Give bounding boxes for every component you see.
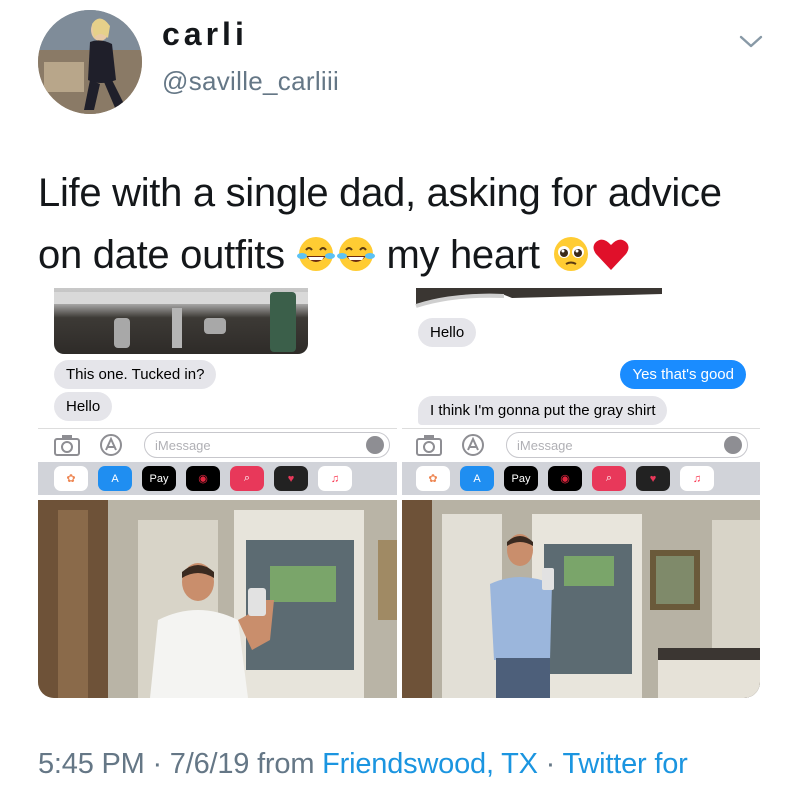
microphone-icon[interactable] <box>724 436 742 454</box>
app-store-app-icon[interactable]: A <box>460 466 494 491</box>
camera-icon[interactable] <box>416 434 442 456</box>
face-with-tears-of-joy-icon <box>336 237 375 271</box>
imessage-placeholder: iMessage <box>155 438 211 453</box>
apple-pay-app-icon[interactable]: Pay <box>142 466 176 491</box>
faucet-photo-edge <box>415 288 662 308</box>
source-link[interactable]: Twitter for <box>562 748 687 780</box>
imessage-input[interactable]: iMessage <box>506 432 748 458</box>
apple-pay-label: Pay <box>511 472 531 485</box>
avatar[interactable] <box>38 10 142 114</box>
photo-blue-shirt[interactable] <box>402 500 760 698</box>
digital-touch-app-icon[interactable]: ♥ <box>636 466 670 491</box>
imessage-app-drawer: ✿ A Pay ◉ ⌕ ♥ ♫ <box>402 462 760 495</box>
tweet-time[interactable]: 5:45 PM <box>38 748 145 780</box>
imessage-screenshot-right[interactable]: Hello Yes that's good I think I'm gonna … <box>402 288 760 495</box>
display-name[interactable]: carli <box>162 16 248 53</box>
search-images-app-icon[interactable]: ⌕ <box>230 466 264 491</box>
imessage-app-drawer: ✿ A Pay ◉ ⌕ ♥ ♫ <box>38 462 397 495</box>
photo-white-shirt[interactable] <box>38 500 397 698</box>
message-bubble: Hello <box>54 392 113 421</box>
separator: · <box>537 748 563 780</box>
face-with-tears-of-joy-icon <box>296 237 335 271</box>
faucet-photo <box>54 292 308 352</box>
mirror-selfie-blue-shirt <box>402 500 760 698</box>
photos-app-icon[interactable]: ✿ <box>54 466 88 491</box>
location-link[interactable]: Friendswood, TX <box>322 748 538 780</box>
camera-icon[interactable] <box>54 434 80 456</box>
chevron-down-icon[interactable] <box>738 28 764 54</box>
tweet-line-2: on date outfits my heart <box>38 224 778 286</box>
mirror-selfie-white-shirt <box>38 500 397 698</box>
microphone-icon[interactable] <box>366 436 384 454</box>
tweet-metadata: 5:45 PM · 7/6/19 from Friendswood, TX · … <box>38 748 688 781</box>
imessage-screenshot-left[interactable]: This one. Tucked in? Hello iMessage ✿ A … <box>38 288 397 495</box>
conversation: This one. Tucked in? Hello <box>38 288 397 428</box>
apple-pay-label: Pay <box>149 472 169 485</box>
conversation: Hello Yes that's good I think I'm gonna … <box>402 288 760 428</box>
apple-pay-app-icon[interactable]: Pay <box>504 466 538 491</box>
pleading-face-icon <box>553 237 588 271</box>
user-handle[interactable]: @saville_carliii <box>162 66 339 97</box>
message-bubble-outgoing: Yes that's good <box>620 360 746 389</box>
music-app-icon[interactable]: ♫ <box>680 466 714 491</box>
activity-app-icon[interactable]: ◉ <box>186 466 220 491</box>
tweet-date[interactable]: 7/6/19 <box>170 748 250 780</box>
tweet-line-2-start: on date outfits <box>38 233 285 277</box>
app-store-app-icon[interactable]: A <box>98 466 132 491</box>
imessage-input[interactable]: iMessage <box>144 432 390 458</box>
app-store-icon[interactable] <box>460 434 486 456</box>
message-bubble: Hello <box>418 318 477 347</box>
message-bubble: I think I'm gonna put the gray shirt <box>418 396 668 425</box>
digital-touch-app-icon[interactable]: ♥ <box>274 466 308 491</box>
media-grid[interactable]: This one. Tucked in? Hello iMessage ✿ A … <box>38 288 760 698</box>
activity-app-icon[interactable]: ◉ <box>548 466 582 491</box>
profile-photo <box>38 10 142 114</box>
app-store-icon[interactable] <box>98 434 124 456</box>
imessage-placeholder: iMessage <box>517 438 573 453</box>
separator: · <box>144 748 170 780</box>
message-toolbar: iMessage <box>38 428 397 463</box>
message-toolbar: iMessage <box>402 428 760 463</box>
red-heart-icon <box>593 239 628 270</box>
message-bubble: This one. Tucked in? <box>54 360 217 389</box>
tweet-line-2-middle: my heart <box>386 233 540 277</box>
tweet-line-1: Life with a single dad, asking for advic… <box>38 171 722 215</box>
sent-photo-thumbnail <box>54 288 308 354</box>
from-label: from <box>249 748 323 780</box>
photos-app-icon[interactable]: ✿ <box>416 466 450 491</box>
search-images-app-icon[interactable]: ⌕ <box>592 466 626 491</box>
tweet-text: Life with a single dad, asking for advic… <box>38 162 778 286</box>
music-app-icon[interactable]: ♫ <box>318 466 352 491</box>
